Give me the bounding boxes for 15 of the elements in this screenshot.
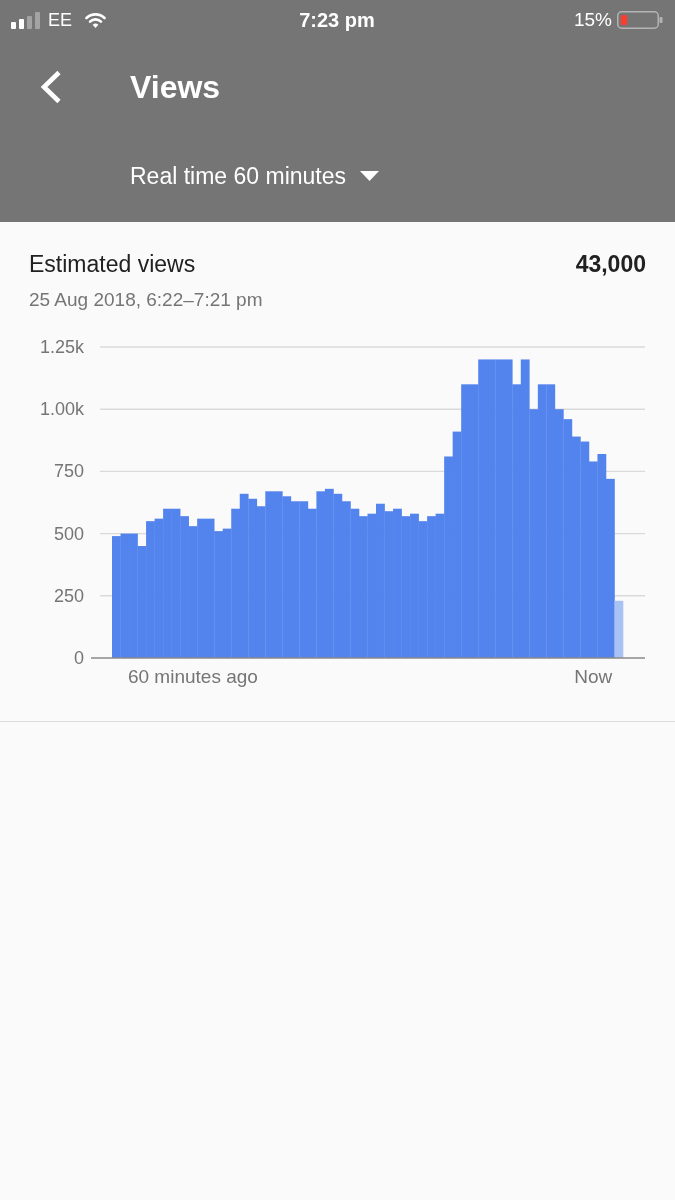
x-axis-label: Now xyxy=(574,665,613,687)
total-views: 43,000 xyxy=(575,250,646,278)
y-axis-label: 250 xyxy=(53,585,84,606)
y-axis-label: 1.00k xyxy=(39,399,84,420)
y-axis-label: 0 xyxy=(74,648,84,668)
y-axis-label: 750 xyxy=(53,461,84,482)
x-axis-label: 60 minutes ago xyxy=(127,665,258,687)
battery-percent: 15% xyxy=(573,9,612,31)
status-time: 7:23 pm xyxy=(299,8,375,32)
card-title: Estimated views xyxy=(29,250,196,278)
date-range: 25 Aug 2018, 6:22–7:21 pm xyxy=(29,288,264,312)
y-axis-label: 500 xyxy=(53,523,84,544)
page-title: Views xyxy=(130,68,221,106)
carrier-name: EE xyxy=(48,9,72,31)
y-axis-label: 1.25k xyxy=(39,337,84,357)
